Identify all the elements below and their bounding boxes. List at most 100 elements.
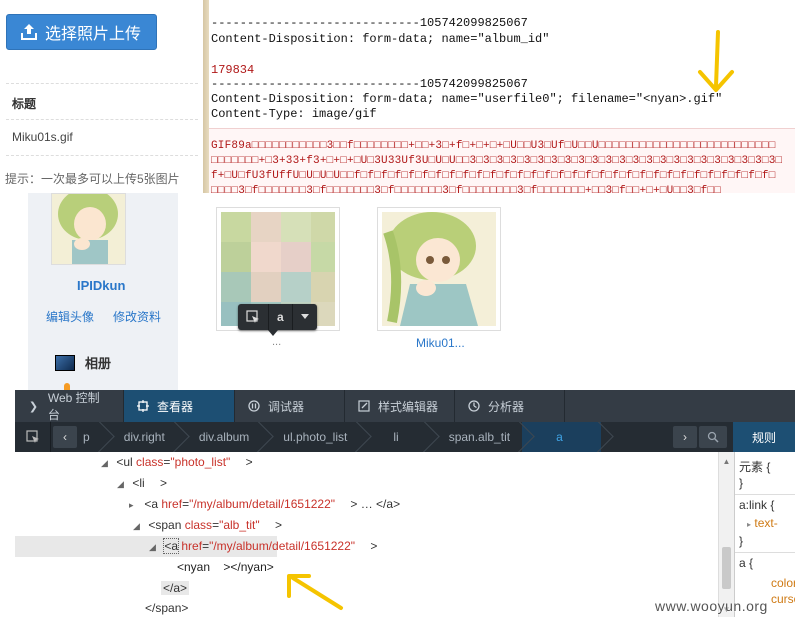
content-disposition-line: Content-Disposition: form-data; name="us… [211,92,723,106]
rule-property[interactable]: curso [771,592,795,606]
chevron-down-icon[interactable] [293,304,317,330]
rule-property[interactable]: ▸ text- [747,516,778,530]
expand-triangle-icon[interactable]: ◢ [101,453,113,474]
gif-data-line: □□□□□□□+□3+33+f3+□+□+□U□3U33Uf3U□U□U□□3□… [211,155,783,167]
tab-label: 分析器 [488,399,525,414]
rule-close: } [739,534,744,548]
node-tag-label: a [269,304,293,330]
divider [6,119,198,120]
divider [6,155,198,156]
rule-selector[interactable]: a:link { [739,498,774,512]
collapsed-triangle-icon[interactable]: ▸ [747,520,751,529]
collapsed-triangle-icon[interactable]: ▸ [129,495,141,516]
markup-node-a-selected[interactable]: ◢ <a href="/my/album/detail/1651222" > [15,536,377,558]
markup-node-nyan[interactable]: <nyan ></nyan> [15,557,718,578]
sidebar-item-label: 相册 [85,356,112,371]
tab-label: Web 控制台 [47,391,100,422]
tooltip-tail [268,330,278,336]
gif-data-line: □□□□3□f□□□□□□□3□f□□□□□□□3□f□□□□□□□3□f□□□… [211,185,722,193]
console-icon: ❯ [28,400,39,413]
markup-scrollbar[interactable]: ▲ ▼ [718,452,734,617]
photo-title[interactable]: ... [272,336,281,348]
expand-triangle-icon[interactable]: ◢ [133,516,145,537]
photo-image [382,212,496,326]
boundary-line: -----------------------------10574209982… [211,16,528,30]
cursor-select-icon [25,430,39,443]
username-link[interactable]: IPIDkun [77,278,125,293]
edit-avatar-link[interactable]: 编辑头像 [46,308,94,325]
upload-photo-button[interactable]: 选择照片上传 [6,14,157,50]
divider [735,494,795,495]
inspector-icon [136,400,149,413]
rules-pane: 元素 { } a:link { ▸ text- } a { color curs… [734,452,795,617]
breadcrumb-item[interactable]: span.alb_tit [427,422,522,452]
title-column-label: 标题 [12,97,37,111]
chevron-left-icon[interactable]: ‹ [53,426,77,448]
avatar[interactable] [51,193,126,265]
tab-inspector[interactable]: 查看器 [124,390,235,422]
breadcrumb-item[interactable]: p [79,422,102,452]
album-id-value: 179834 [211,63,255,77]
content-type-line: Content-Type: image/gif [211,107,377,121]
divider [6,83,198,84]
tab-style-editor[interactable]: 样式编辑器 [345,390,455,422]
node-inspector-tooltip: a [238,304,317,330]
tab-web-console[interactable]: ❯ Web 控制台 [15,390,124,422]
tab-profiler[interactable]: 分析器 [455,390,565,422]
expand-triangle-icon[interactable]: ◢ [149,537,161,558]
markup-node-span[interactable]: ◢ <span class="alb_tit" > [15,515,718,536]
tab-debugger[interactable]: 调试器 [235,390,345,422]
style-editor-icon [357,400,370,413]
markup-view: ◢ <ul class="photo_list" > ◢ <li > ▸ <a … [15,452,718,617]
upload-hint: 提示：一次最多可以上传5张图片 [5,172,180,186]
content-disposition-line: Content-Disposition: form-data; name="al… [211,32,550,46]
photo-title[interactable]: Miku01... [416,336,465,350]
breadcrumb-item[interactable]: ul.photo_list [261,422,359,452]
rule-selector[interactable]: a { [739,556,753,570]
tab-label: 查看器 [157,399,194,414]
select-node-button[interactable] [238,304,269,330]
inspector-toolbar: ‹ p div.right div.album ul.photo_list li… [15,422,733,452]
divider [735,552,795,553]
markup-node-ul[interactable]: ◢ <ul class="photo_list" > [15,452,718,473]
rule-property[interactable]: color [771,576,795,590]
scroll-thumb[interactable] [722,547,731,589]
search-icon[interactable] [699,426,727,448]
markup-node-close-span[interactable]: </span> [15,598,718,617]
tab-label: 调试器 [268,399,305,414]
rule-close: } [739,476,744,490]
breadcrumb: p div.right div.album ul.photo_list li s… [79,422,671,452]
sidebar-item-album[interactable]: 相册 [55,353,111,372]
debugger-icon [247,400,260,413]
markup-node-a[interactable]: ▸ <a href="/my/album/detail/1651222" > …… [15,494,718,515]
gif-data-line: GIF89a□□□□□□□□□□□3□□f□□□□□□□□+□□+3□+f□+□… [211,140,776,152]
devtools-panel: ❯ Web 控制台 查看器 调试器 样式编辑器 分析器 ‹ p div.righ… [15,390,795,617]
upload-panel: 选择照片上传 标题 Miku01s.gif 提示：一次最多可以上传5张图片 [0,0,203,193]
arrow-up-left-icon [287,574,343,610]
node-picker-button[interactable] [15,422,51,452]
album-icon [55,354,75,371]
uploaded-filename: Miku01s.gif [12,130,73,144]
tab-rules[interactable]: 规则 [733,422,795,452]
watermark: www.wooyun.org [655,598,768,614]
upload-icon [21,24,37,40]
chevron-right-icon[interactable]: › [673,426,697,448]
markup-node-li[interactable]: ◢ <li > [15,473,718,494]
scroll-up-icon[interactable]: ▲ [719,454,734,468]
expand-triangle-icon[interactable]: ◢ [117,474,129,495]
photo-card[interactable] [377,207,501,331]
edit-profile-link[interactable]: 修改资料 [113,308,161,325]
profiler-icon [467,400,480,413]
arrow-down-icon [698,30,734,92]
markup-node-close-a[interactable]: </a> [15,578,718,599]
boundary-line: -----------------------------10574209982… [211,77,528,91]
gif-binary-data: GIF89a□□□□□□□□□□□3□□f□□□□□□□□+□□+3□+f□+□… [209,128,795,193]
avatar-image [52,194,125,264]
tab-label: 样式编辑器 [378,399,439,414]
album-page: IPIDkun 编辑头像 修改资料 相册 ... Miku01... a [0,193,795,390]
upload-button-label: 选择照片上传 [45,26,142,43]
breadcrumb-item[interactable]: div.album [177,422,261,452]
rule-selector[interactable]: 元素 { [739,458,770,475]
cursor-select-icon [246,310,259,323]
devtools-tabbar: ❯ Web 控制台 查看器 调试器 样式编辑器 分析器 [15,390,795,422]
